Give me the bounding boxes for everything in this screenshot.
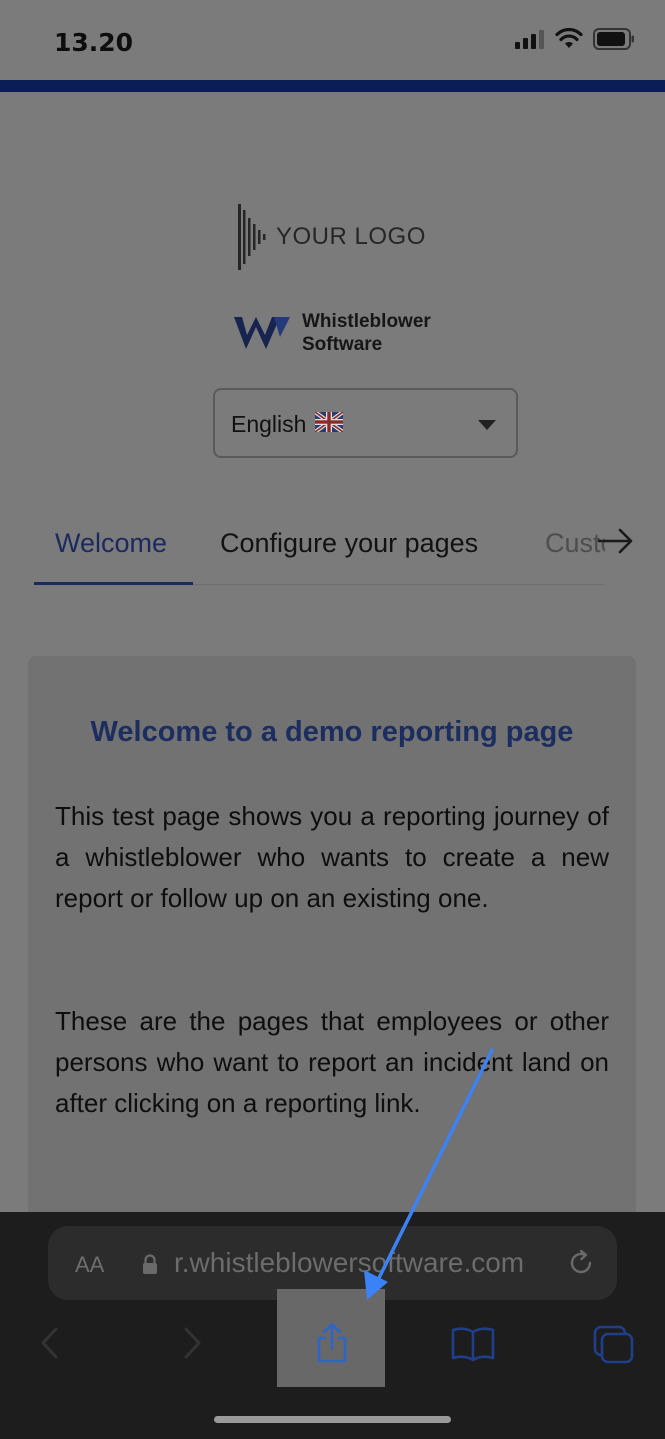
url-text[interactable]: r.whistleblowersoftware.com [174,1247,524,1279]
tabs-icon[interactable] [592,1324,636,1364]
logo-text: YOUR LOGO [276,223,426,250]
back-icon[interactable] [38,1326,62,1360]
browser-toolbar: AA r.whistleblowersoftware.com [0,1212,665,1439]
arrow-right-icon[interactable] [596,526,636,556]
logo-mark-icon [238,204,266,270]
brand-line-1: Whistleblower [302,311,431,332]
brand-logo: Whistleblower Software [232,310,431,356]
chevron-down-icon [478,420,496,430]
forward-icon[interactable] [180,1326,204,1360]
company-logo: YOUR LOGO [236,204,426,270]
card-paragraph-2: These are the pages that employees or ot… [55,1006,609,1118]
card-paragraph-1: This test page shows you a reporting jou… [55,801,609,913]
active-tab-indicator [34,582,193,585]
card-title: Welcome to a demo reporting page [90,716,574,748]
whistleblower-logo-icon [234,317,290,349]
tab-configure-your-pages[interactable]: Configure your pages [220,528,478,559]
status-time: 13.20 [54,28,134,57]
home-indicator [214,1416,451,1423]
share-icon[interactable] [312,1322,352,1364]
reporting-page: YOUR LOGO Whistleblower Software English… [0,92,665,1216]
tab-welcome[interactable]: Welcome [55,528,167,559]
language-select[interactable]: English [213,388,518,458]
page-tabs: Welcome Configure your pages Custo [0,500,665,590]
reload-icon[interactable] [566,1248,596,1278]
uk-flag-icon [315,412,343,432]
top-accent-bar [0,80,665,92]
signal-icon [515,30,544,49]
status-icons [515,28,635,50]
brand-name: Whistleblower Software [302,310,431,356]
welcome-card: Welcome to a demo reporting page This te… [28,656,636,1216]
wifi-icon [555,28,583,48]
bookmarks-icon[interactable] [450,1326,496,1362]
language-select-value: English [231,411,307,437]
brand-line-2: Software [302,334,383,355]
text-size-button[interactable]: AA [75,1252,104,1278]
status-bar: 13.20 [0,0,665,80]
battery-icon [593,28,634,50]
lock-icon [143,1254,157,1274]
